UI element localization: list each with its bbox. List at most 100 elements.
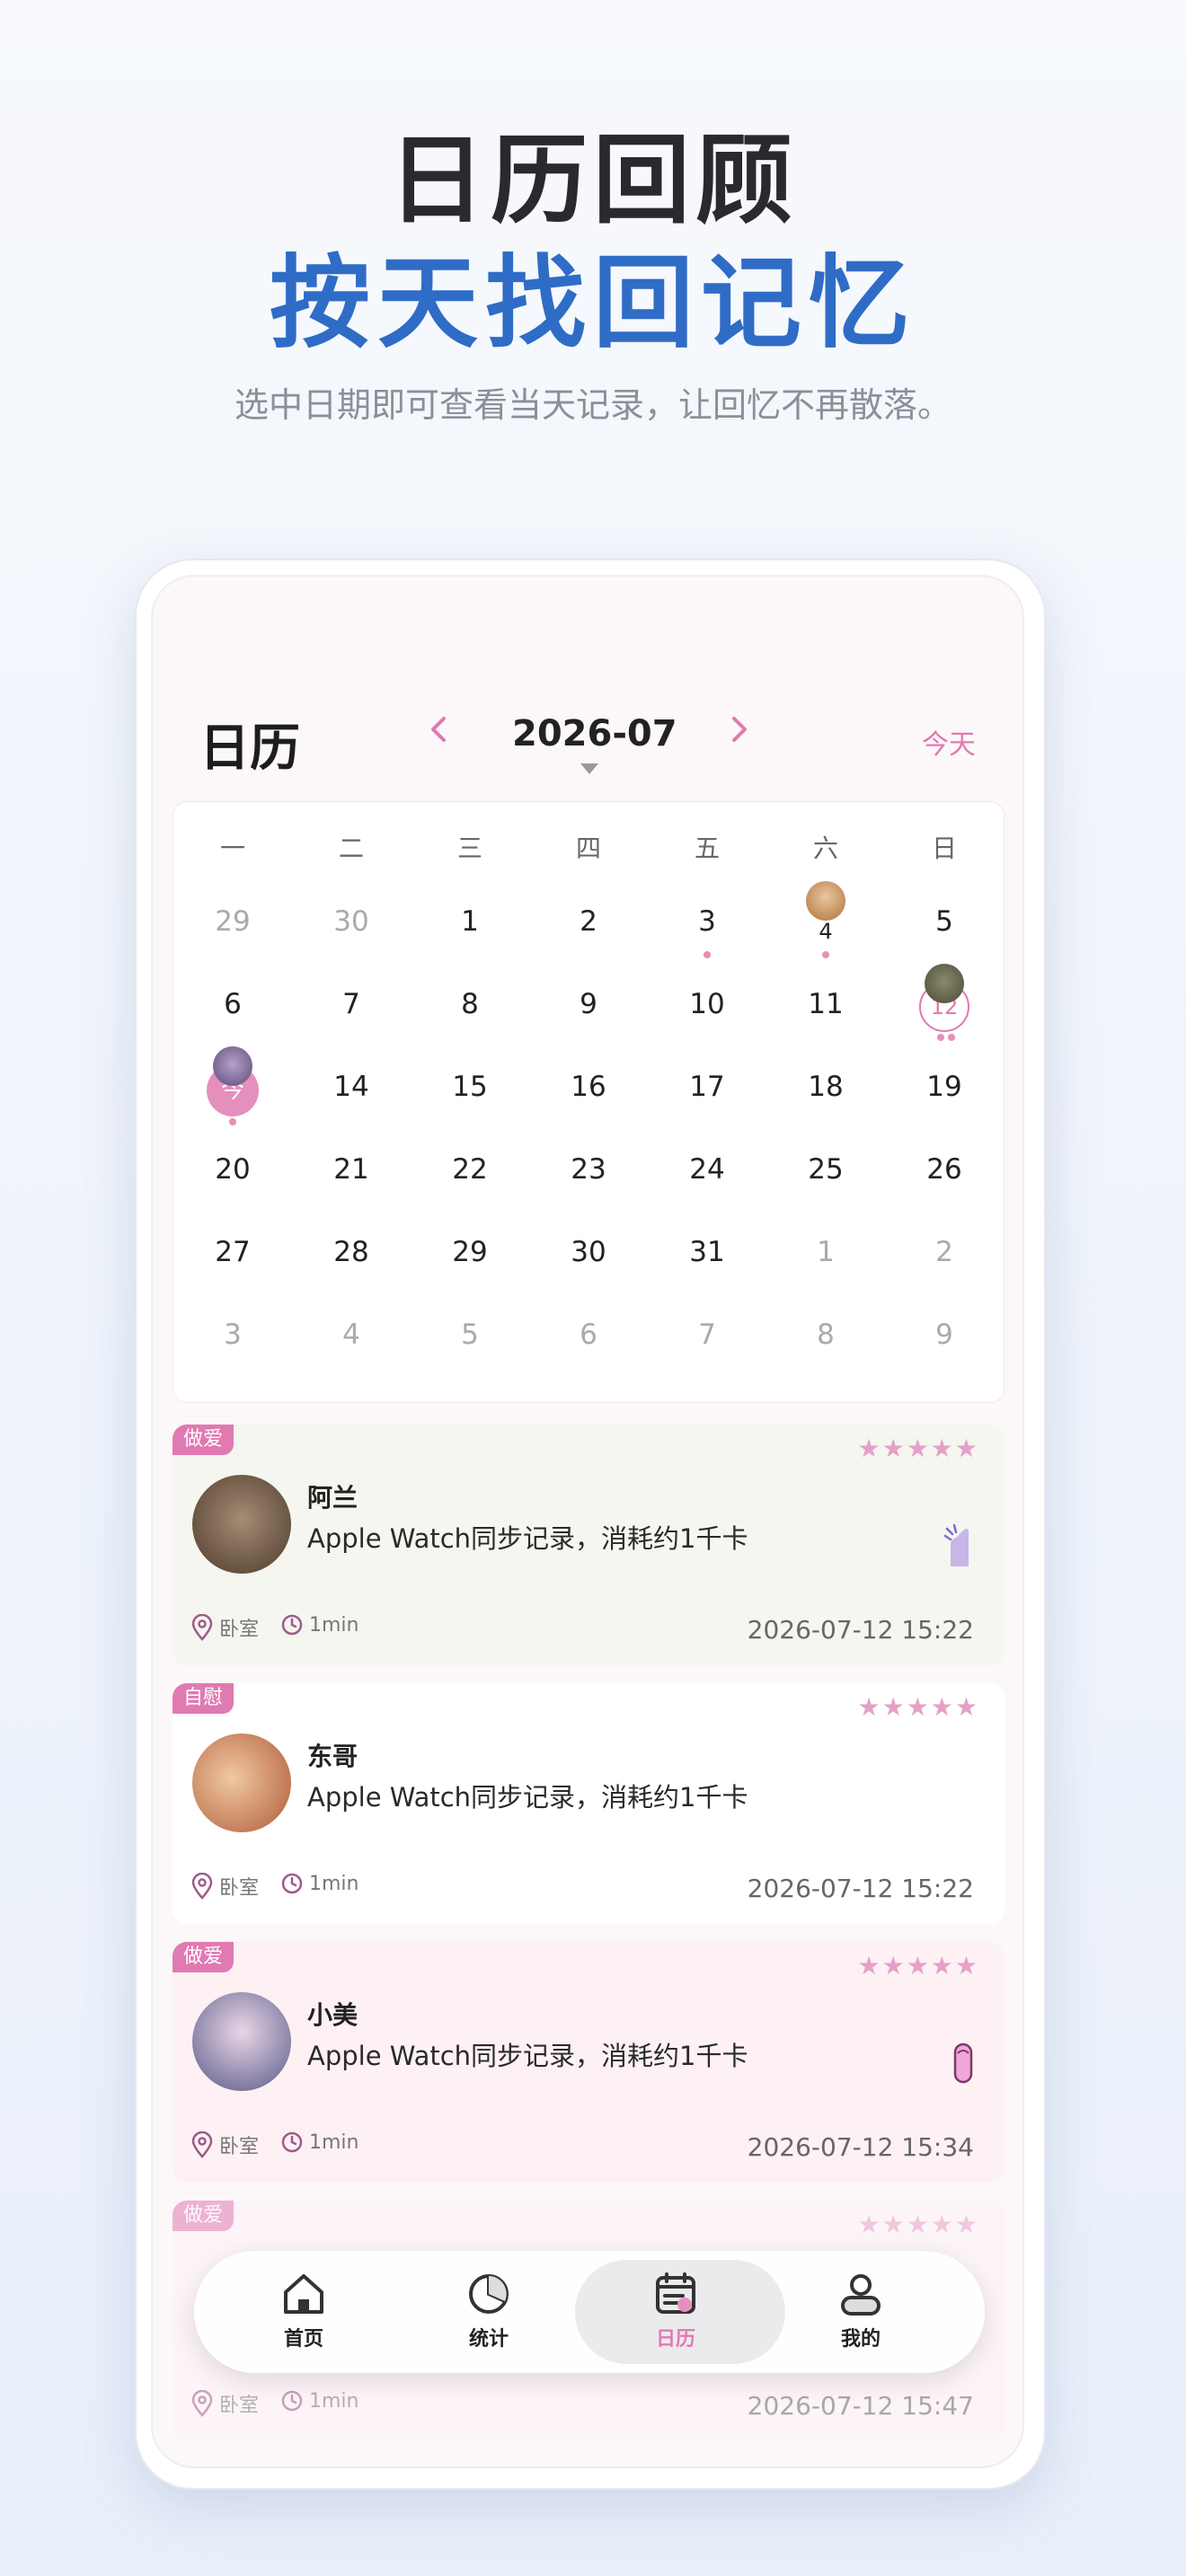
calendar-day[interactable]: 15: [411, 1071, 529, 1103]
calendar-day[interactable]: 9: [529, 988, 648, 1020]
calendar-day[interactable]: 11: [766, 988, 885, 1020]
calendar-day[interactable]: 4: [766, 919, 885, 944]
tab-calendar[interactable]: 日历: [622, 2271, 730, 2351]
chevron-left-icon[interactable]: [420, 711, 456, 747]
day-avatar: [925, 964, 964, 1003]
calendar-day[interactable]: 23: [529, 1153, 648, 1186]
weekday-label: 二: [338, 834, 364, 863]
weekday-label: 五: [694, 834, 720, 863]
calendar-day[interactable]: 7: [292, 988, 411, 1020]
bottom-tab-bar: 首页 统计 日历 我的: [194, 2251, 985, 2373]
calendar-day[interactable]: 20: [173, 1153, 292, 1186]
calendar-day[interactable]: 2: [529, 905, 648, 938]
calendar-day[interactable]: 14: [292, 1071, 411, 1103]
duration-label: 1min: [309, 2389, 359, 2413]
calendar-day[interactable]: 3: [173, 1319, 292, 1351]
calendar-day[interactable]: 8: [766, 1319, 885, 1351]
app-screen: 日历 2026-07 今天 一 二 三 四 五 六 日 29 30 1 2 3 …: [151, 575, 1024, 2468]
calendar-day[interactable]: 25: [766, 1153, 885, 1186]
calendar-icon: [656, 2272, 695, 2314]
record-card[interactable]: 做爱 ★★★★★ 阿兰 Apple Watch同步记录，消耗约1千卡 卧室 1m…: [173, 1425, 1005, 1665]
partner-name: 小美: [307, 2000, 358, 2030]
location-label: 卧室: [219, 1619, 260, 1641]
calendar-day[interactable]: 9: [885, 1319, 1004, 1351]
location-pin-icon: [191, 2131, 213, 2158]
category-tag: 做爱: [173, 1942, 235, 1972]
location-label: 卧室: [219, 2395, 260, 2417]
calendar-day[interactable]: 30: [292, 905, 411, 938]
record-dot: [229, 1118, 236, 1125]
weekday-label: 一: [219, 834, 245, 863]
calendar-day[interactable]: 18: [766, 1071, 885, 1103]
record-card[interactable]: 做爱 ★★★★★ 小美 Apple Watch同步记录，消耗约1千卡 卧室 1m…: [173, 1942, 1005, 2183]
calendar-day[interactable]: 16: [529, 1071, 648, 1103]
rating-stars: ★★★★★: [857, 1692, 979, 1722]
toy-icon: [953, 2042, 973, 2084]
tab-profile[interactable]: 我的: [807, 2271, 915, 2351]
calendar-day[interactable]: 22: [411, 1153, 529, 1186]
duration: 1min: [280, 1613, 358, 1636]
calendar-day[interactable]: 6: [173, 988, 292, 1020]
record-dot: [822, 951, 829, 958]
location-label: 卧室: [219, 2136, 260, 2158]
record-timestamp: 2026-07-12 15:22: [747, 1874, 974, 1903]
calendar-day[interactable]: 3: [648, 905, 766, 938]
partner-name: 阿兰: [307, 1483, 358, 1513]
calendar-day[interactable]: 21: [292, 1153, 411, 1186]
month-selector[interactable]: 2026-07: [512, 713, 677, 754]
tab-stats[interactable]: 统计: [435, 2271, 543, 2351]
calendar-day[interactable]: 4: [292, 1319, 411, 1351]
duration: 1min: [280, 1872, 358, 1895]
clock-icon: [281, 2390, 303, 2412]
calendar-day[interactable]: 19: [885, 1071, 1004, 1103]
calendar-day[interactable]: 5: [411, 1319, 529, 1351]
duration-label: 1min: [309, 1613, 359, 1636]
location-label: 卧室: [219, 1877, 260, 1900]
calendar-day[interactable]: 26: [885, 1153, 1004, 1186]
record-dot: [937, 1034, 944, 1041]
calendar-header: 日历 2026-07 今天: [153, 684, 1022, 778]
chevron-right-icon[interactable]: [721, 711, 757, 747]
user-icon: [841, 2274, 881, 2316]
calendar-day[interactable]: 30: [529, 1236, 648, 1268]
record-timestamp: 2026-07-12 15:34: [747, 2132, 974, 2162]
partner-avatar: [192, 1992, 291, 2091]
calendar-grid: 一 二 三 四 五 六 日 29 30 1 2 3 4 5 6 7 8 9 10…: [173, 801, 1005, 1403]
page-title: 日历: [199, 719, 300, 778]
calendar-day[interactable]: 7: [648, 1319, 766, 1351]
calendar-day[interactable]: 2: [885, 1236, 1004, 1268]
record-timestamp: 2026-07-12 15:22: [747, 1615, 974, 1645]
tab-label: 日历: [655, 2328, 695, 2351]
record-dot: [704, 951, 711, 958]
calendar-day[interactable]: 17: [648, 1071, 766, 1103]
record-description: Apple Watch同步记录，消耗约1千卡: [307, 1782, 748, 1813]
duration-label: 1min: [309, 1872, 359, 1895]
partner-name: 东哥: [307, 1742, 358, 1771]
tab-label: 我的: [840, 2328, 881, 2351]
calendar-day[interactable]: 29: [411, 1236, 529, 1268]
calendar-day[interactable]: 27: [173, 1236, 292, 1268]
calendar-day[interactable]: 10: [648, 988, 766, 1020]
calendar-day[interactable]: 24: [648, 1153, 766, 1186]
today-button[interactable]: 今天: [922, 722, 976, 762]
calendar-day[interactable]: 1: [411, 905, 529, 938]
weekday-label: 三: [456, 834, 482, 863]
rating-stars: ★★★★★: [857, 1951, 979, 1981]
calendar-day[interactable]: 5: [885, 905, 1004, 938]
location-pin-icon: [191, 1614, 213, 1641]
calendar-day[interactable]: 31: [648, 1236, 766, 1268]
day-avatar: [806, 881, 845, 921]
rating-stars: ★★★★★: [857, 1434, 979, 1463]
record-description: Apple Watch同步记录，消耗约1千卡: [307, 1523, 748, 1554]
dropdown-caret-icon[interactable]: [580, 763, 598, 774]
calendar-day[interactable]: 8: [411, 988, 529, 1020]
record-card[interactable]: 自慰 ★★★★★ 东哥 Apple Watch同步记录，消耗约1千卡 卧室 1m…: [173, 1683, 1005, 1924]
calendar-day[interactable]: 6: [529, 1319, 648, 1351]
calendar-day[interactable]: 1: [766, 1236, 885, 1268]
duration: 1min: [280, 2389, 358, 2413]
tab-home[interactable]: 首页: [250, 2271, 358, 2351]
category-tag: 做爱: [173, 1425, 235, 1455]
calendar-day[interactable]: 28: [292, 1236, 411, 1268]
calendar-day[interactable]: 29: [173, 905, 292, 938]
category-tag: 自慰: [173, 1683, 235, 1714]
